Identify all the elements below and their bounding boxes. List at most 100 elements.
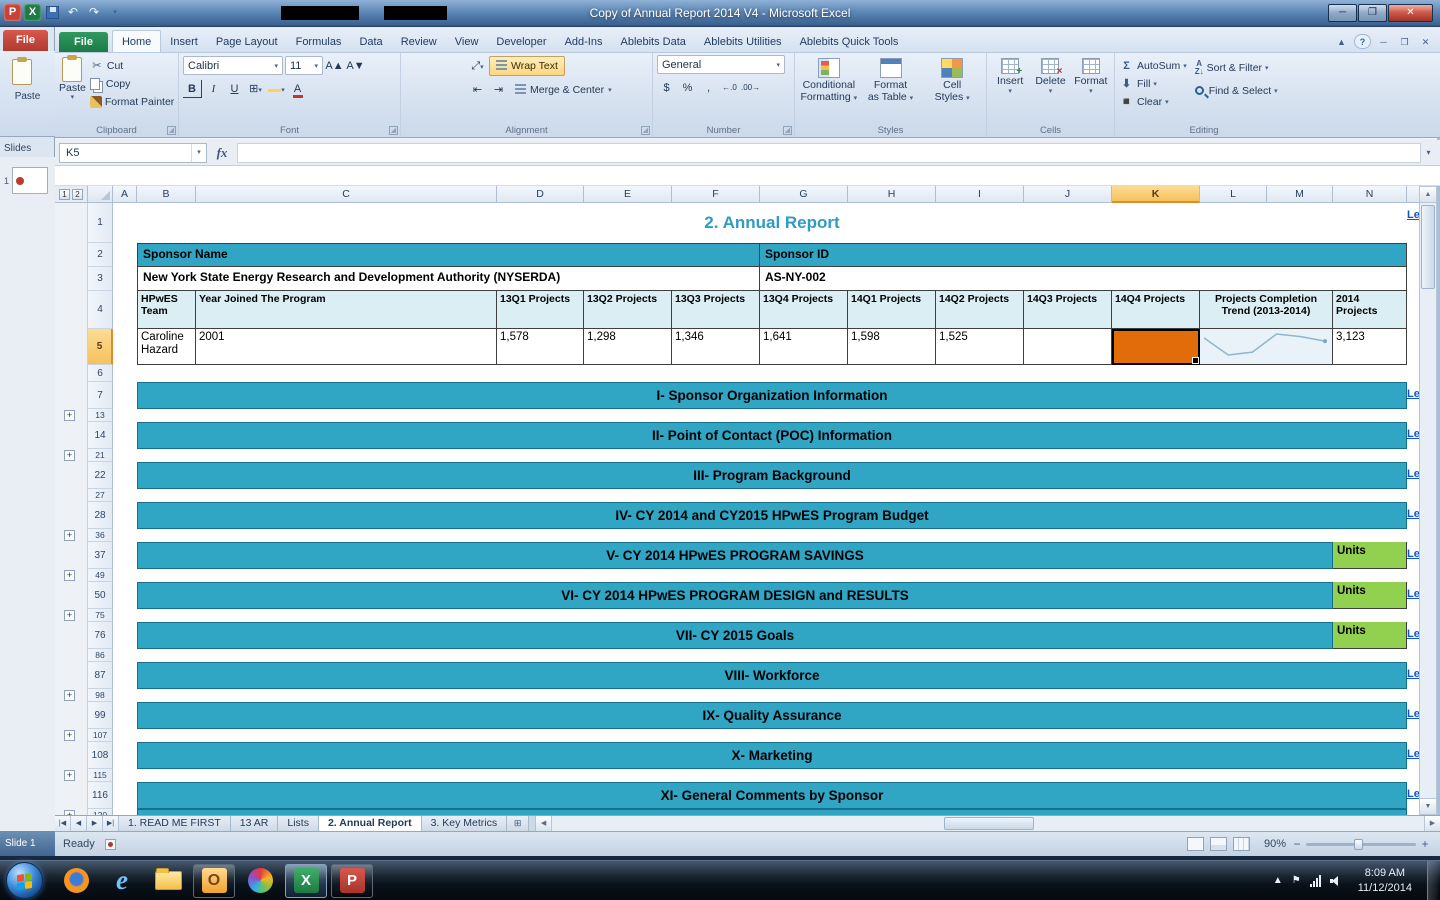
start-button[interactable] bbox=[6, 862, 43, 899]
quarter-value-cell[interactable]: 1,578 bbox=[497, 329, 584, 365]
outline-level-2[interactable]: 2 bbox=[72, 189, 83, 200]
ribbon-tab-ablebits-data[interactable]: Ablebits Data bbox=[611, 31, 694, 52]
legend-link[interactable]: Le bbox=[1407, 588, 1419, 600]
row-header-14[interactable]: 14 bbox=[88, 422, 113, 449]
ribbon-tab-ablebits-quick-tools[interactable]: Ablebits Quick Tools bbox=[791, 31, 908, 52]
vertical-scrollbar[interactable]: ▲ ▼ bbox=[1419, 186, 1437, 815]
legend-link-stub[interactable]: Le bbox=[1407, 502, 1419, 529]
total-header-cell[interactable]: 2014 Projects bbox=[1333, 291, 1407, 329]
quarter-value-cell[interactable]: 1,346 bbox=[672, 329, 760, 365]
taskbar-picture-manager-icon[interactable] bbox=[239, 864, 281, 898]
format-cells-button[interactable]: Format▾ bbox=[1072, 55, 1110, 124]
zoom-in-icon[interactable]: + bbox=[1420, 837, 1430, 851]
taskbar-powerpoint-icon[interactable]: P bbox=[331, 864, 373, 898]
row-header-76[interactable]: 76 bbox=[88, 622, 113, 649]
formula-bar-expand-icon[interactable]: ▾ bbox=[1421, 143, 1436, 163]
row-header-2[interactable]: 2 bbox=[88, 243, 113, 267]
comma-format-button[interactable]: , bbox=[699, 79, 718, 97]
column-header-F[interactable]: F bbox=[672, 186, 760, 203]
bold-button[interactable]: B bbox=[183, 80, 202, 98]
find-select-button[interactable]: Find & Select▾ bbox=[1195, 82, 1278, 99]
row-header-7[interactable]: 7 bbox=[88, 382, 113, 409]
table-header-cell[interactable]: 13Q3 Projects bbox=[672, 291, 760, 329]
sponsor-id-cell[interactable]: AS-NY-002 bbox=[760, 267, 1407, 291]
orientation-icon[interactable]: ⤢▾ bbox=[468, 57, 487, 75]
legend-link[interactable]: Le bbox=[1407, 548, 1419, 560]
zoom-slider[interactable]: − + bbox=[1292, 837, 1430, 851]
row-header-108[interactable]: 108 bbox=[88, 742, 113, 769]
units-cell[interactable]: Units bbox=[1333, 542, 1407, 569]
shrink-font-button[interactable]: A▼ bbox=[346, 57, 365, 75]
column-header-L[interactable]: L bbox=[1200, 186, 1267, 203]
taskbar-excel-icon[interactable]: X bbox=[285, 864, 327, 898]
insert-cells-button[interactable]: + Insert▾ bbox=[991, 55, 1029, 124]
outline-expand-button[interactable]: + bbox=[64, 450, 75, 461]
slides-pane-tab[interactable]: Slides bbox=[4, 143, 31, 154]
quarter-value-cell[interactable]: 1,598 bbox=[848, 329, 936, 365]
row-header-98[interactable]: 98 bbox=[88, 689, 113, 702]
zoom-level[interactable]: 90% bbox=[1256, 838, 1286, 850]
row-header-87[interactable]: 87 bbox=[88, 662, 113, 689]
sheet-tab-1-read-me-first[interactable]: 1. READ ME FIRST bbox=[119, 816, 231, 831]
row-header-37[interactable]: 37 bbox=[88, 542, 113, 569]
sponsor-name-header-cell[interactable]: Sponsor Name bbox=[137, 243, 760, 267]
formula-input[interactable] bbox=[237, 143, 1421, 163]
borders-button[interactable]: ⊞▾ bbox=[246, 80, 265, 98]
scroll-up-icon[interactable]: ▲ bbox=[1420, 187, 1436, 203]
page-break-view-icon[interactable] bbox=[1233, 837, 1250, 851]
legend-link-stub[interactable]: Le bbox=[1407, 382, 1419, 409]
row-header-99[interactable]: 99 bbox=[88, 702, 113, 729]
row-header-22[interactable]: 22 bbox=[88, 462, 113, 489]
table-header-cell[interactable]: 13Q1 Projects bbox=[497, 291, 584, 329]
number-format-select[interactable]: General▾ bbox=[657, 55, 785, 74]
column-header-N[interactable]: N bbox=[1333, 186, 1407, 203]
table-header-cell[interactable]: HPwES Team bbox=[137, 291, 196, 329]
legend-link-stub[interactable]: Le bbox=[1407, 203, 1419, 243]
section-bar-ii-point-of-contact-poc-information[interactable]: II- Point of Contact (POC) Information bbox=[137, 422, 1407, 449]
section-bar-iii-program-background[interactable]: III- Program Background bbox=[137, 462, 1407, 489]
row-header-1[interactable]: 1 bbox=[88, 203, 113, 243]
cell-styles-button[interactable]: Cell Styles ▾ bbox=[922, 55, 982, 124]
column-header-A[interactable]: A bbox=[113, 186, 137, 203]
ribbon-tab-home[interactable]: Home bbox=[112, 30, 161, 52]
page-layout-view-icon[interactable] bbox=[1210, 837, 1227, 851]
action-center-flag-icon[interactable]: ⚑ bbox=[1292, 875, 1301, 886]
legend-link[interactable]: Le bbox=[1407, 508, 1419, 520]
legend-link-stub[interactable]: Le bbox=[1407, 422, 1419, 449]
decrease-decimal-icon[interactable]: .00→ bbox=[741, 79, 760, 97]
section-bar-vii-cy-2015-goals[interactable]: VII- CY 2015 Goals bbox=[137, 622, 1333, 649]
scroll-right-icon[interactable]: ▶ bbox=[1424, 816, 1440, 831]
row-header-49[interactable]: 49 bbox=[88, 569, 113, 582]
table-header-cell[interactable]: Year Joined The Program bbox=[196, 291, 497, 329]
scroll-left-icon[interactable]: ◀ bbox=[536, 816, 552, 831]
row-header-13[interactable]: 13 bbox=[88, 409, 113, 422]
row-header-107[interactable]: 107 bbox=[88, 729, 113, 742]
legend-link-stub[interactable]: Le bbox=[1407, 742, 1419, 769]
row-header-6[interactable]: 6 bbox=[88, 365, 113, 382]
underline-button[interactable]: U bbox=[225, 80, 244, 98]
row-header-86[interactable]: 86 bbox=[88, 649, 113, 662]
table-header-cell[interactable]: 14Q1 Projects bbox=[848, 291, 936, 329]
align-right-icon[interactable] bbox=[447, 81, 466, 99]
quarter-value-cell[interactable]: 1,525 bbox=[936, 329, 1024, 365]
sparkline-cell[interactable] bbox=[1200, 329, 1333, 365]
name-box[interactable]: K5 ▾ bbox=[59, 143, 207, 163]
taskbar-outlook-icon[interactable]: O bbox=[193, 864, 235, 898]
network-icon[interactable] bbox=[1310, 875, 1321, 887]
section-bar-v-cy-2014-hpwes-program-savings[interactable]: V- CY 2014 HPwES PROGRAM SAVINGS bbox=[137, 542, 1333, 569]
percent-format-button[interactable]: % bbox=[678, 79, 697, 97]
font-family-select[interactable]: Calibri▾ bbox=[183, 56, 283, 75]
italic-button[interactable]: I bbox=[204, 80, 223, 98]
decrease-indent-icon[interactable]: ⇤ bbox=[468, 81, 487, 99]
sheet-tab-lists[interactable]: Lists bbox=[278, 816, 319, 831]
quarter-value-cell[interactable] bbox=[1024, 329, 1112, 365]
row-header-116[interactable]: 116 bbox=[88, 782, 113, 809]
delete-cells-button[interactable]: × Delete▾ bbox=[1031, 55, 1069, 124]
total-projects-cell[interactable]: 3,123 bbox=[1333, 329, 1407, 365]
fill-button[interactable]: ⬇Fill▾ bbox=[1119, 75, 1187, 92]
ribbon-tab-insert[interactable]: Insert bbox=[161, 31, 207, 52]
team-cell[interactable]: Caroline Hazard bbox=[137, 329, 196, 365]
legend-link[interactable]: Le bbox=[1407, 708, 1419, 720]
legend-link-stub[interactable]: Le bbox=[1407, 462, 1419, 489]
alignment-dialog-launcher[interactable]: ◢ bbox=[641, 126, 650, 135]
